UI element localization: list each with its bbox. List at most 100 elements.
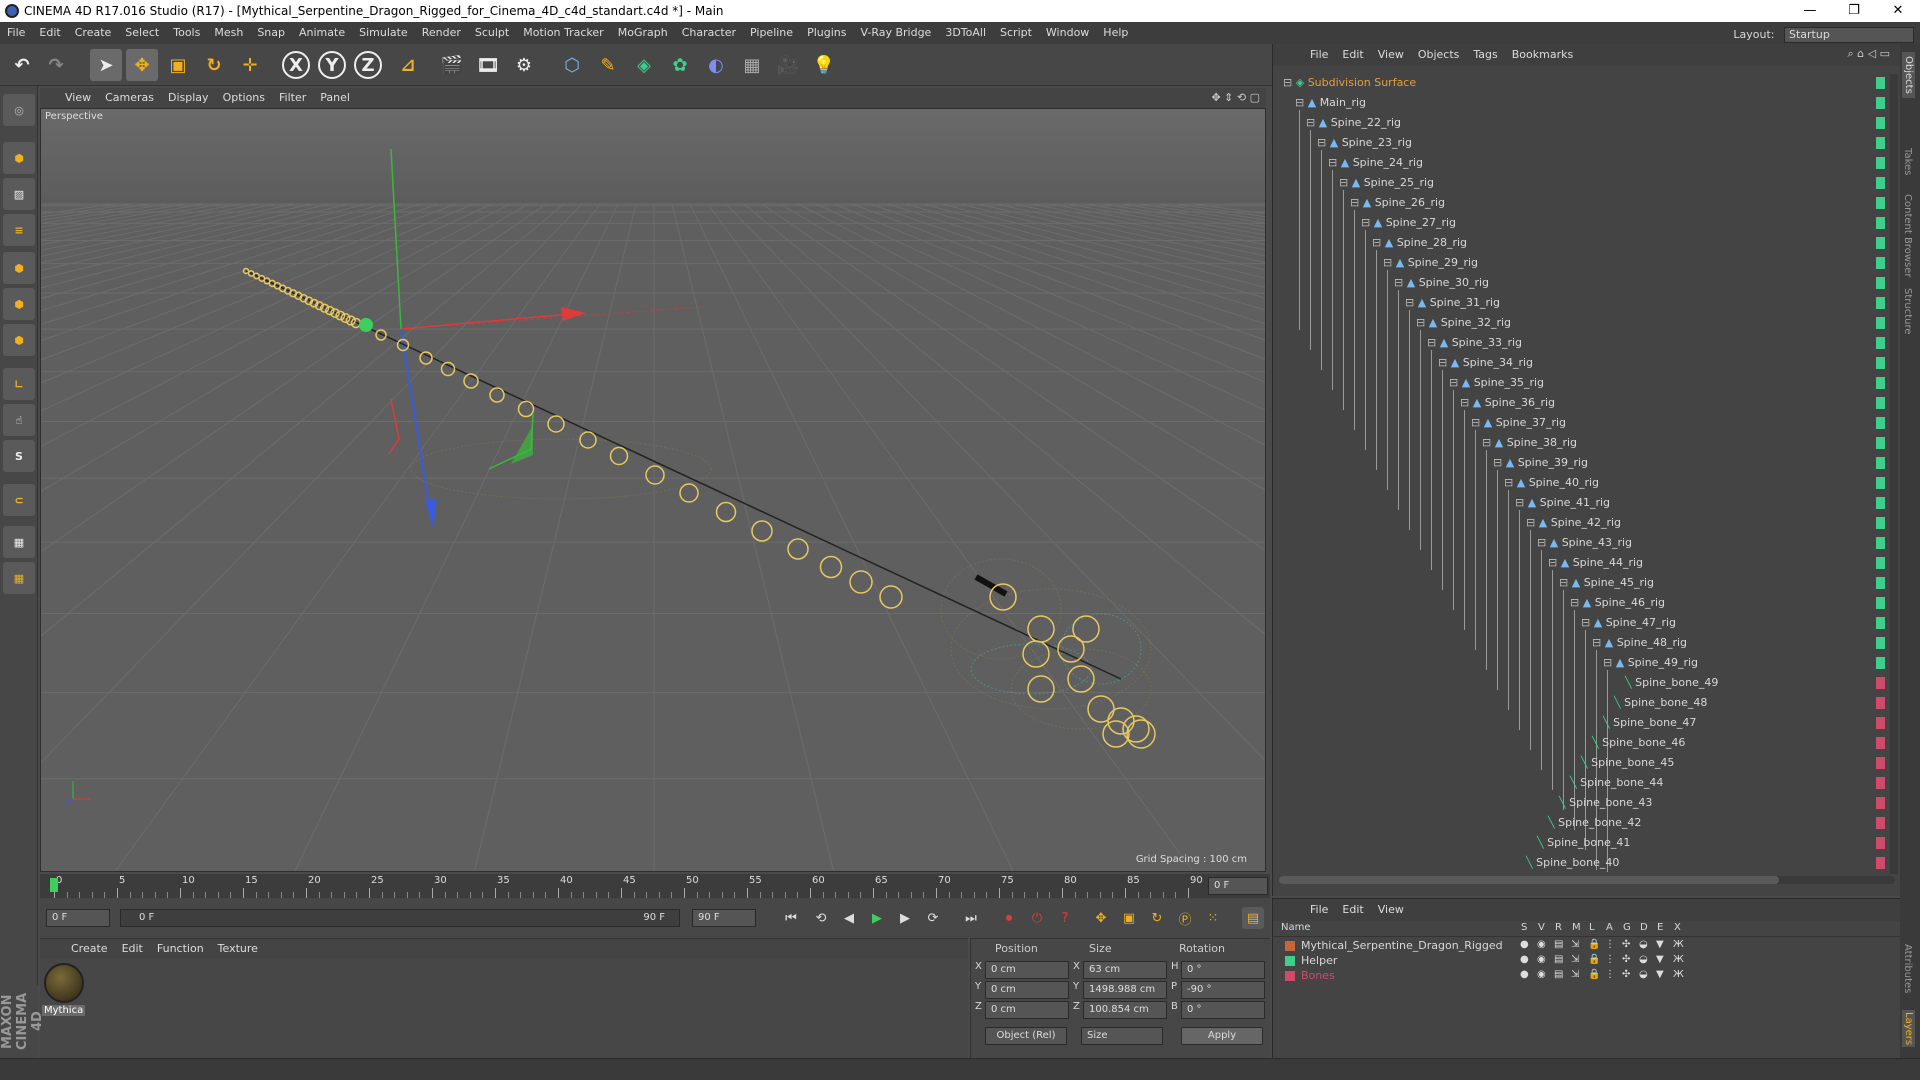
tree-item-spine-22-rig[interactable]: ⊟ ▲ Spine_22_rig [1306, 114, 1401, 132]
material-name[interactable]: Mythica [42, 1005, 86, 1016]
layer-name[interactable]: Helper [1301, 954, 1337, 967]
tree-item-spine-45-rig[interactable]: ⊟ ▲ Spine_45_rig [1559, 574, 1654, 592]
tree-item-spine-41-rig[interactable]: ⊟ ▲ Spine_41_rig [1515, 494, 1610, 512]
tree-item-spine-32-rig[interactable]: ⊟ ▲ Spine_32_rig [1416, 314, 1511, 332]
move-tool-icon[interactable]: ✥ [126, 49, 158, 81]
layer-toggle-icon[interactable]: ● [1520, 969, 1529, 980]
maximize-button[interactable]: ❐ [1832, 0, 1876, 22]
menu-select[interactable]: Select [118, 22, 166, 44]
tree-item-spine-49-rig[interactable]: ⊟ ▲ Spine_49_rig [1603, 654, 1698, 672]
size-field[interactable]: 63 cm [1083, 961, 1167, 979]
layer-color-swatch[interactable] [1285, 941, 1295, 951]
menu-render[interactable]: Render [415, 22, 468, 44]
layer-toggle-icon[interactable]: ✣ [1622, 954, 1630, 965]
material-menu-texture[interactable]: Texture [211, 939, 265, 959]
expand-toggle-icon[interactable]: ⊟ [1372, 236, 1385, 249]
layer-toggle-icon[interactable]: ◉ [1537, 939, 1546, 950]
layer-toggle-icon[interactable]: 🔒 [1588, 954, 1600, 965]
material-preview-icon[interactable] [44, 963, 84, 1003]
tree-item-spine-bone-46[interactable]: ╲ Spine_bone_46 [1592, 734, 1685, 752]
layer-toggle-icon[interactable]: ◒ [1639, 954, 1648, 965]
apply-button[interactable]: Apply [1181, 1027, 1263, 1045]
layer-toggle-icon[interactable]: ⇲ [1571, 939, 1579, 950]
layer-name[interactable]: Mythical_Serpentine_Dragon_Rigged [1301, 939, 1503, 952]
tab-content-browser[interactable]: Content Browser [1902, 194, 1913, 277]
tree-item-spine-bone-41[interactable]: ╲ Spine_bone_41 [1537, 834, 1630, 852]
viewport-menu-filter[interactable]: Filter [272, 88, 313, 108]
tree-item-spine-bone-40[interactable]: ╲ Spine_bone_40 [1526, 854, 1619, 872]
key-scale-icon[interactable]: ▣ [1118, 907, 1140, 929]
material-menu-create[interactable]: Create [64, 939, 115, 959]
object-search-icon[interactable]: ⌕ ⌂ ◁ ▭ [1848, 47, 1891, 61]
model-mode-icon[interactable]: ⬢ [3, 142, 35, 174]
scale-tool-icon[interactable]: ▣ [162, 49, 194, 81]
expand-toggle-icon[interactable]: ⊟ [1471, 416, 1484, 429]
menu-window[interactable]: Window [1039, 22, 1096, 44]
menu-edit[interactable]: Edit [32, 22, 67, 44]
layer-toggle-icon[interactable]: ● [1520, 939, 1529, 950]
tab-structure[interactable]: Structure [1902, 288, 1913, 335]
layer-menu-view[interactable]: View [1371, 899, 1411, 921]
light-icon[interactable]: 💡 [808, 49, 840, 81]
expand-toggle-icon[interactable]: ⊟ [1306, 116, 1319, 129]
magnet-icon[interactable]: ⊂ [3, 484, 35, 516]
tab-attributes[interactable]: Attributes [1902, 944, 1913, 993]
expand-toggle-icon[interactable]: ⊟ [1295, 96, 1308, 109]
size-field[interactable]: 1498.988 cm [1083, 981, 1167, 999]
tree-item-spine-34-rig[interactable]: ⊟ ▲ Spine_34_rig [1438, 354, 1533, 372]
expand-toggle-icon[interactable]: ⊟ [1482, 436, 1495, 449]
viewport-navigation-icon[interactable]: ✥ ⇕ ⟲ ▢ [1211, 88, 1260, 108]
key-point-level-icon[interactable]: ⁙ [1202, 907, 1224, 929]
layer-toggle-icon[interactable]: 🔒 [1588, 939, 1600, 950]
viewport-menu-display[interactable]: Display [161, 88, 216, 108]
tree-item-spine-33-rig[interactable]: ⊟ ▲ Spine_33_rig [1427, 334, 1522, 352]
layer-toggle-icon[interactable]: ⋮ [1605, 969, 1615, 980]
z-axis-lock-icon[interactable]: Z [354, 51, 382, 79]
tree-item-spine-43-rig[interactable]: ⊟ ▲ Spine_43_rig [1537, 534, 1632, 552]
layer-toggle-icon[interactable]: ◒ [1639, 939, 1648, 950]
deformer-icon[interactable]: ◐ [700, 49, 732, 81]
expand-toggle-icon[interactable]: ⊟ [1548, 556, 1561, 569]
layer-toggle-icon[interactable]: ◉ [1537, 954, 1546, 965]
tree-item-spine-28-rig[interactable]: ⊟ ▲ Spine_28_rig [1372, 234, 1467, 252]
floor-scene-icon[interactable]: ▦ [736, 49, 768, 81]
viewport-menu-cameras[interactable]: Cameras [98, 88, 161, 108]
menu-mesh[interactable]: Mesh [207, 22, 250, 44]
tree-item-spine-30-rig[interactable]: ⊟ ▲ Spine_30_rig [1394, 274, 1489, 292]
redo-icon[interactable]: ↷ [40, 49, 72, 81]
expand-toggle-icon[interactable]: ⊟ [1460, 396, 1473, 409]
expand-toggle-icon[interactable]: ⊟ [1592, 636, 1605, 649]
menu-create[interactable]: Create [68, 22, 119, 44]
current-frame-field[interactable]: 0 F [1208, 877, 1268, 895]
tree-item-main-rig[interactable]: ⊟ ▲ Main_rig [1295, 94, 1366, 112]
position-field[interactable]: 0 cm [985, 1001, 1069, 1019]
object-menu-objects[interactable]: Objects [1411, 44, 1467, 66]
layer-toggle-icon[interactable]: ⋮ [1605, 939, 1615, 950]
render-view-icon[interactable]: 🎬 [436, 49, 468, 81]
points-mode-icon[interactable]: ⬢ [3, 252, 35, 284]
next-key-icon[interactable]: ⟳ [922, 907, 944, 929]
expand-toggle-icon[interactable]: ⊟ [1515, 496, 1528, 509]
tree-item-spine-35-rig[interactable]: ⊟ ▲ Spine_35_rig [1449, 374, 1544, 392]
transform-tool-icon[interactable]: ✛ [234, 49, 266, 81]
expand-toggle-icon[interactable]: ⊟ [1339, 176, 1352, 189]
cloner-icon[interactable]: ✿ [664, 49, 696, 81]
layer-toggle-icon[interactable]: ● [1520, 954, 1529, 965]
expand-toggle-icon[interactable]: ⊟ [1559, 576, 1572, 589]
menu-file[interactable]: File [0, 22, 32, 44]
tree-item-spine-48-rig[interactable]: ⊟ ▲ Spine_48_rig [1592, 634, 1687, 652]
snap-icon[interactable]: S [3, 440, 35, 472]
material-menu-edit[interactable]: Edit [115, 939, 150, 959]
autokey-icon[interactable]: ⏻ [1026, 907, 1048, 929]
tweak-mode-icon[interactable]: ☝ [3, 404, 35, 436]
timeline-window-icon[interactable]: ▤ [1242, 907, 1264, 929]
viewport-menu-view[interactable]: View [58, 88, 98, 108]
go-to-start-icon[interactable]: ⏮ [780, 907, 802, 929]
y-axis-lock-icon[interactable]: Y [318, 51, 346, 79]
layer-toggle-icon[interactable]: ▼ [1656, 969, 1664, 980]
key-rotation-icon[interactable]: ↻ [1146, 907, 1168, 929]
expand-toggle-icon[interactable]: ⊟ [1581, 616, 1594, 629]
previous-key-icon[interactable]: ⟲ [810, 907, 832, 929]
layer-toggle-icon[interactable]: ▤ [1554, 969, 1563, 980]
end-frame-field[interactable]: 90 F [692, 909, 756, 927]
